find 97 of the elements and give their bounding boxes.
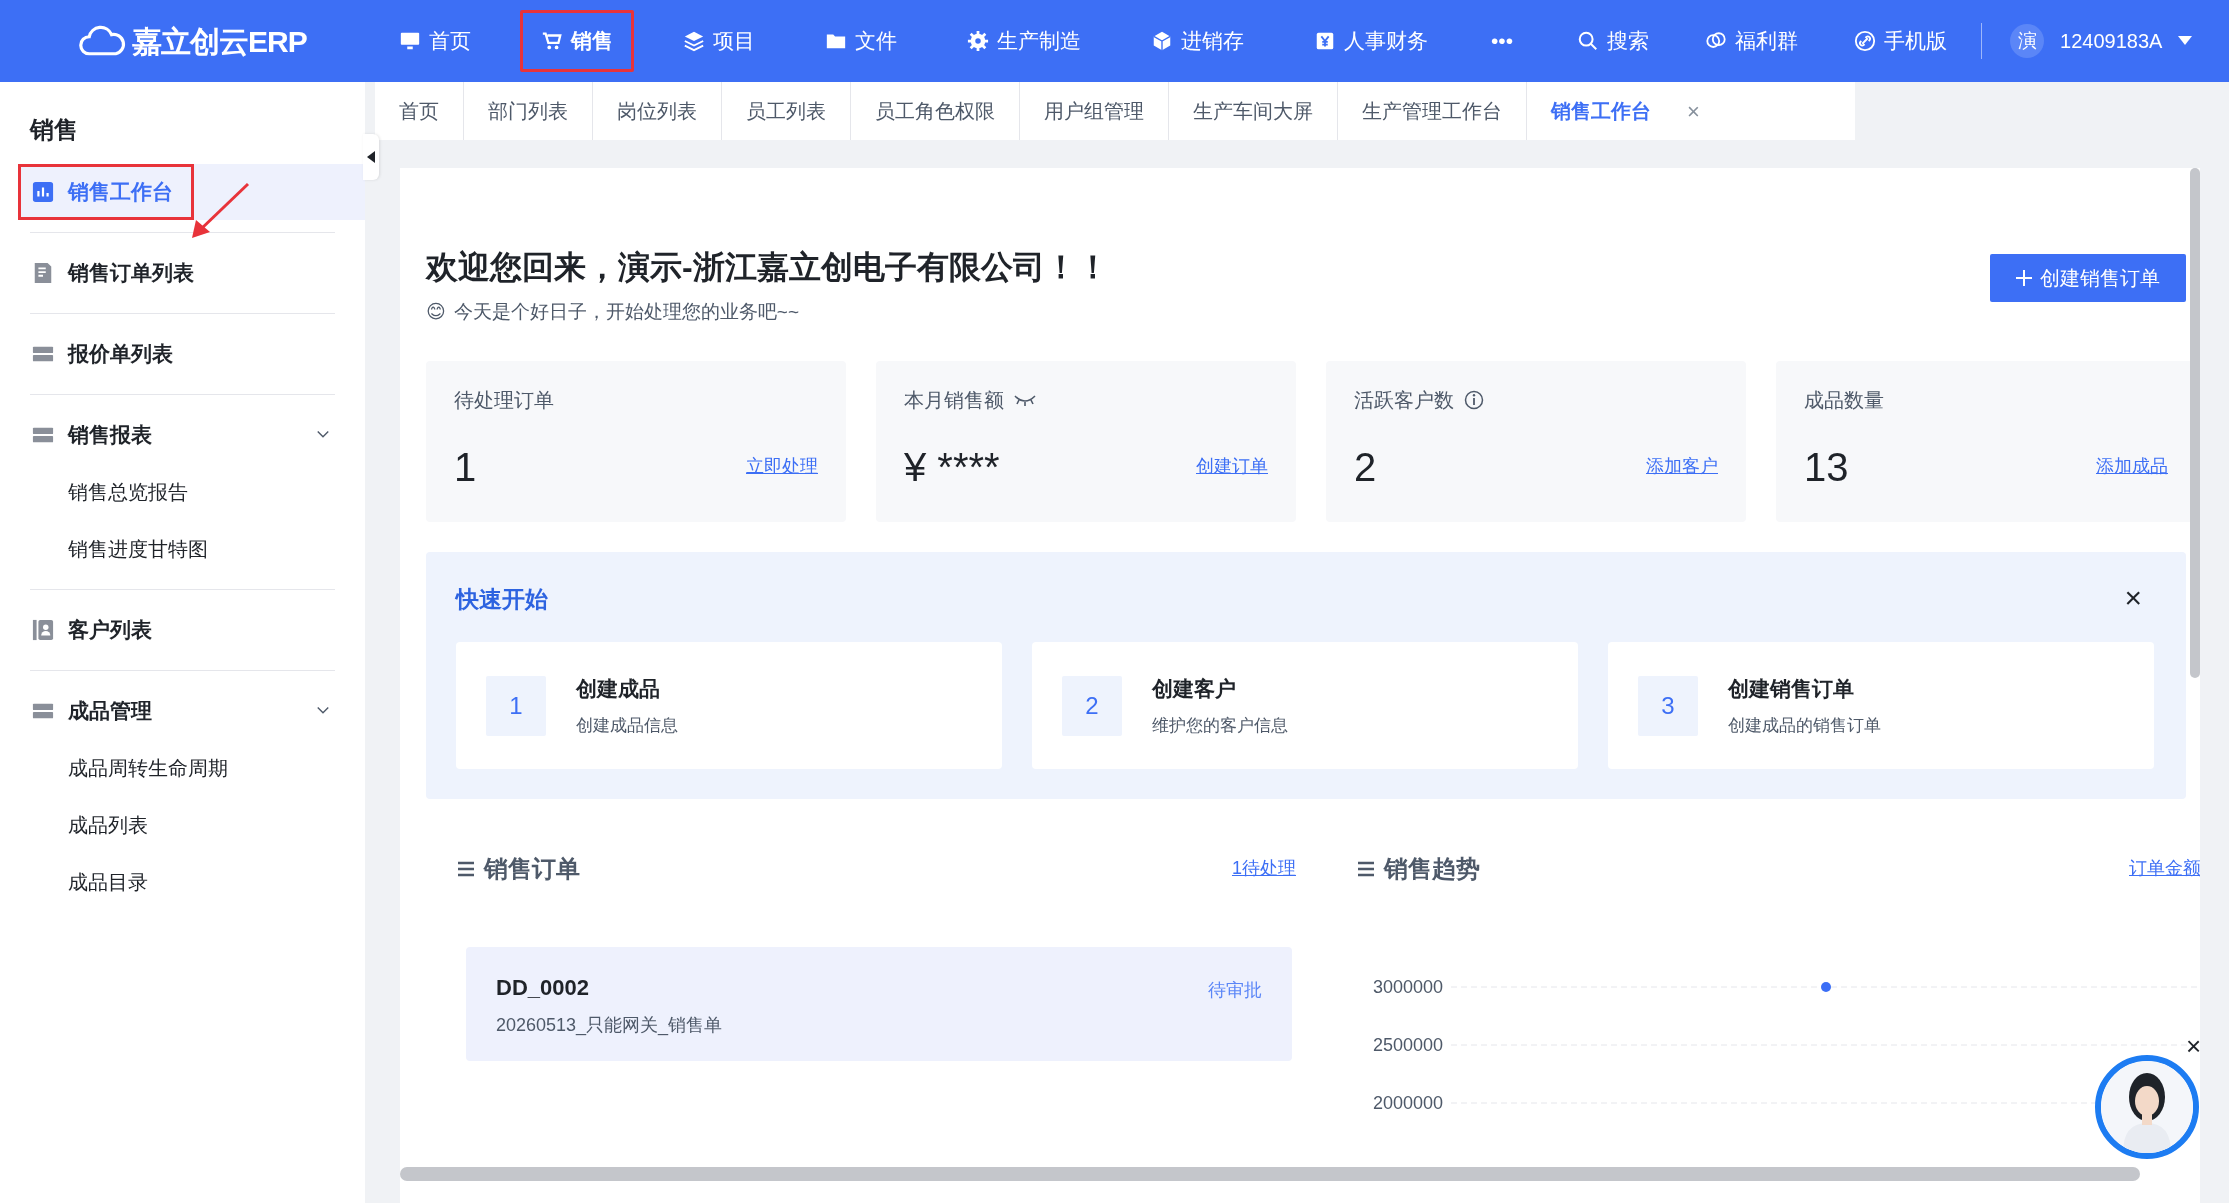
- tab[interactable]: 员工角色权限: [851, 82, 1020, 140]
- step-number: 3: [1638, 675, 1698, 736]
- stat-action-link[interactable]: 添加成品: [2096, 453, 2168, 481]
- caret-icon: [2178, 36, 2193, 46]
- step-card[interactable]: 2 创建客户 维护您的客户信息: [1032, 642, 1578, 770]
- toolbar-button[interactable]: 福利群: [1699, 24, 1805, 58]
- monitor-icon: [399, 30, 421, 52]
- sidebar-item[interactable]: 销售报表: [18, 407, 365, 463]
- sidebar-subitem[interactable]: 成品目录: [0, 853, 365, 910]
- welcome-subtitle: 今天是个好日子，开始处理您的业务吧~~: [453, 300, 799, 325]
- quick-start-title: 快速开始: [456, 584, 548, 614]
- pending-link[interactable]: 1待处理: [1232, 855, 1296, 883]
- nav-item[interactable]: 进销存: [1130, 10, 1265, 72]
- step-description: 维护您的客户信息: [1152, 714, 1288, 737]
- sidebar-subitem[interactable]: 销售进度甘特图: [0, 520, 365, 577]
- cart-icon: [541, 30, 563, 52]
- cloud-logo-icon: [78, 24, 126, 58]
- amount-toggle-link[interactable]: 订单金额: [2129, 855, 2200, 883]
- stat-value: 1: [454, 443, 477, 491]
- stat-action-link[interactable]: 添加客户: [1646, 453, 1718, 481]
- sidebar-item[interactable]: 销售订单列表: [18, 245, 365, 301]
- stat-action-link[interactable]: 立即处理: [746, 453, 818, 481]
- close-button[interactable]: ×: [2118, 581, 2148, 614]
- stat-label: 成品数量: [1804, 387, 1884, 413]
- assistant-avatar[interactable]: [2101, 1061, 2193, 1153]
- collapse-handle[interactable]: [363, 134, 379, 180]
- tab[interactable]: 首页: [375, 82, 464, 140]
- more-button[interactable]: •••: [1485, 24, 1520, 58]
- tab[interactable]: 岗位列表: [593, 82, 722, 140]
- chart-icon: [32, 181, 54, 203]
- sidebar-item[interactable]: 成品管理: [18, 683, 365, 739]
- sidebar-subitem[interactable]: 成品周转生命周期: [0, 739, 365, 796]
- document-icon: [32, 262, 54, 284]
- user-name[interactable]: 12409183A: [2060, 26, 2163, 56]
- contact-card-icon: [32, 619, 54, 641]
- step-number: 1: [486, 675, 546, 736]
- stat-label: 活跃客户数: [1354, 387, 1454, 413]
- section-title: 销售订单: [484, 853, 580, 884]
- nav-item[interactable]: 文件: [804, 10, 918, 72]
- sidebar-title: 销售: [28, 115, 79, 145]
- stat-label: 本月销售额: [904, 387, 1004, 413]
- vertical-scrollbar[interactable]: [2190, 168, 2200, 678]
- step-title: 创建客户: [1152, 676, 1237, 703]
- step-title: 创建成品: [576, 676, 661, 703]
- step-card[interactable]: 1 创建成品 创建成品信息: [456, 642, 1002, 770]
- axis-tick-label: 2000000: [1372, 1092, 1443, 1113]
- stat-action-link[interactable]: 创建订单: [1196, 453, 1268, 481]
- sidebar-subitem[interactable]: 成品列表: [0, 796, 365, 853]
- yen-icon: [1314, 30, 1336, 52]
- search-icon: [1577, 30, 1600, 52]
- nav-item[interactable]: 人事财务: [1293, 10, 1449, 72]
- step-description: 创建成品的销售订单: [1728, 714, 1881, 737]
- order-card[interactable]: DD_0002 20260513_只能网关_销售单 待审批: [466, 946, 1292, 1061]
- section-title: 销售趋势: [1384, 853, 1480, 884]
- emoji-icon: 😊: [426, 298, 446, 327]
- stat-label: 待处理订单: [454, 387, 554, 413]
- tab[interactable]: 销售工作台 ×: [1527, 82, 1724, 140]
- sidebar-item[interactable]: 客户列表: [18, 602, 365, 658]
- step-title: 创建销售订单: [1728, 676, 1855, 703]
- layers-icon: [683, 30, 705, 52]
- step-description: 创建成品信息: [576, 714, 678, 737]
- toolbar-button[interactable]: 搜索: [1571, 24, 1656, 58]
- horizontal-scrollbar[interactable]: [400, 1167, 2140, 1181]
- stat-value: ¥ ****: [904, 443, 1000, 491]
- gear-icon: [967, 30, 989, 52]
- sidebar-subitem[interactable]: 销售总览报告: [0, 463, 365, 520]
- caret-left-icon: [367, 151, 375, 163]
- order-description: 20260513_只能网关_销售单: [496, 1013, 724, 1038]
- tab[interactable]: 生产车间大屏: [1169, 82, 1338, 140]
- step-card[interactable]: 3 创建销售订单 创建成品的销售订单: [1608, 642, 2154, 770]
- closed-eye-icon: [1014, 392, 1036, 407]
- axis-tick-label: 2500000: [1372, 1034, 1443, 1055]
- link-icon: [1854, 30, 1877, 52]
- nav-item[interactable]: 项目: [662, 10, 776, 72]
- tab[interactable]: 部门列表: [464, 82, 593, 140]
- close-button[interactable]: ×: [2180, 1032, 2208, 1060]
- order-code: DD_0002: [496, 973, 589, 1002]
- box-icon: [1151, 30, 1173, 52]
- stat-value: 13: [1804, 443, 1849, 491]
- axis-tick-label: 3000000: [1372, 976, 1443, 997]
- tab[interactable]: 员工列表: [722, 82, 851, 140]
- nav-item[interactable]: 生产制造: [946, 10, 1102, 72]
- nav-item[interactable]: 销售: [520, 10, 634, 72]
- sidebar-item[interactable]: 报价单列表: [18, 326, 365, 382]
- logo-text: 嘉立创云ERP: [132, 23, 307, 60]
- create-order-button[interactable]: 创建销售订单: [1990, 254, 2186, 302]
- tab[interactable]: 生产管理工作台: [1338, 82, 1527, 140]
- step-number: 2: [1062, 675, 1122, 736]
- order-status: 待审批: [1208, 978, 1262, 1002]
- stat-value: 2: [1354, 443, 1377, 491]
- info-icon: [1464, 389, 1484, 410]
- plus-icon: [2016, 270, 2032, 286]
- tab[interactable]: 用户组管理: [1020, 82, 1169, 140]
- sidebar-item[interactable]: 销售工作台: [18, 164, 194, 220]
- nav-item[interactable]: 首页: [378, 10, 492, 72]
- toolbar-button[interactable]: 手机版: [1848, 24, 1954, 58]
- welcome-title: 欢迎您回来，演示-浙江嘉立创电子有限公司！！: [426, 248, 1109, 287]
